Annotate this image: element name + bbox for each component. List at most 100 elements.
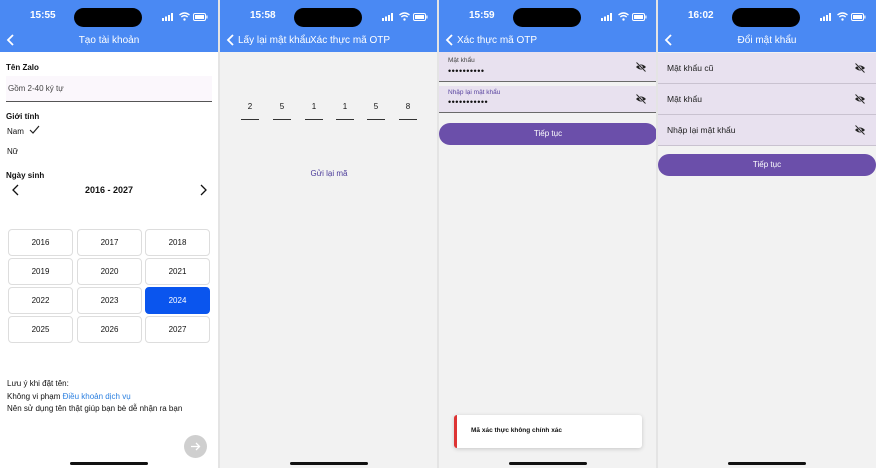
screen-otp: 15:58 Lấy lại mật khẩu Xác thực mã OTP 2… [220, 0, 438, 468]
status-icons [382, 11, 428, 23]
status-bar: 15:59 [439, 8, 657, 27]
gender-label: Giới tính [6, 112, 40, 121]
battery-icon [632, 13, 647, 21]
arrow-right-icon [191, 442, 201, 451]
note-line-2: Nên sử dụng tên thật giúp bạn bè dễ nhận… [7, 404, 183, 413]
status-icons [162, 11, 208, 23]
name-label: Tên Zalo [6, 63, 39, 72]
year-cell-2020[interactable]: 2020 [77, 258, 142, 285]
confirm-password-label: Nhập lại mật khẩu [448, 89, 501, 96]
home-indicator [509, 462, 587, 465]
otp-digit[interactable]: 5 [367, 102, 385, 111]
otp-underline [367, 119, 385, 120]
year-cell-2021[interactable]: 2021 [145, 258, 210, 285]
note-prefix: Không vi phạm [7, 392, 61, 401]
otp-underline [336, 119, 354, 120]
eye-off-icon[interactable] [635, 94, 647, 104]
page-title: Tạo tài khoản [78, 35, 140, 46]
note-title: Lưu ý khi đặt tên: [7, 379, 69, 388]
name-input[interactable]: Gồm 2-40 ký tự [6, 76, 212, 102]
year-cell-2024-selected[interactable]: 2024 [145, 287, 210, 314]
status-bar: 15:55 [0, 8, 218, 27]
eye-off-icon[interactable] [854, 94, 866, 104]
dynamic-island [732, 8, 800, 27]
app-header: 15:58 Lấy lại mật khẩu Xác thực mã OTP [220, 0, 438, 52]
note-line-1: Không vi phạm Điều khoản dịch vụ [7, 392, 131, 401]
back-arrow-icon[interactable] [444, 33, 456, 47]
password-label: Mật khẩu [448, 57, 475, 64]
status-bar: 15:58 [220, 8, 438, 27]
resend-code-button[interactable]: Gửi lại mã [220, 169, 438, 178]
year-cell-2025[interactable]: 2025 [8, 316, 73, 343]
home-indicator [70, 462, 148, 465]
home-indicator [728, 462, 806, 465]
back-arrow-icon[interactable] [225, 33, 237, 47]
battery-icon [193, 13, 208, 21]
eye-off-icon[interactable] [854, 125, 866, 135]
confirm-password-field[interactable]: Nhập lại mật khẩu [658, 115, 876, 146]
error-message: Mã xác thực không chính xác [471, 427, 563, 434]
old-password-label: Mật khẩu cũ [667, 63, 714, 73]
status-icons [601, 11, 647, 23]
name-placeholder: Gồm 2-40 ký tự [8, 84, 64, 93]
otp-digit[interactable]: 5 [273, 102, 291, 111]
home-indicator [290, 462, 368, 465]
eye-off-icon[interactable] [635, 62, 647, 72]
eye-off-icon[interactable] [854, 63, 866, 73]
page-title: Đổi mật khẩu [737, 35, 797, 46]
year-cell-2019[interactable]: 2019 [8, 258, 73, 285]
signal-icon [162, 13, 173, 21]
gender-option-female[interactable]: Nữ [7, 147, 18, 156]
otp-underline [305, 119, 323, 120]
year-cell-2022[interactable]: 2022 [8, 287, 73, 314]
year-cell-2027[interactable]: 2027 [145, 316, 210, 343]
next-range-icon[interactable] [198, 184, 208, 196]
status-bar: 16:02 [658, 8, 876, 27]
otp-digit[interactable]: 1 [336, 102, 354, 111]
app-header: 15:55 Tạo tài khoản [0, 0, 218, 52]
gender-option-male[interactable]: Nam [7, 127, 24, 136]
year-cell-2026[interactable]: 2026 [77, 316, 142, 343]
old-password-field[interactable]: Mật khẩu cũ [658, 53, 876, 84]
wifi-icon [179, 12, 190, 21]
new-password-label: Mật khẩu [667, 94, 702, 104]
screen-reset-password: 15:59 Xác thực mã OTP Mật khẩu •••••••••… [439, 0, 657, 468]
otp-underline [399, 119, 417, 120]
confirm-password-value: ••••••••••• [448, 97, 489, 107]
new-password-field[interactable]: Mật khẩu [658, 84, 876, 115]
dynamic-island [294, 8, 362, 27]
dynamic-island [513, 8, 581, 27]
error-toast: Mã xác thực không chính xác [454, 415, 642, 448]
otp-digit[interactable]: 2 [241, 102, 259, 111]
wifi-icon [837, 12, 848, 21]
year-cell-2016[interactable]: 2016 [8, 229, 73, 256]
otp-underline [241, 119, 259, 120]
password-field[interactable]: Mật khẩu •••••••••• [439, 52, 657, 82]
continue-button[interactable]: Tiếp tục [439, 123, 657, 145]
wifi-icon [399, 12, 410, 21]
otp-digit[interactable]: 1 [305, 102, 323, 111]
year-cell-2023[interactable]: 2023 [77, 287, 142, 314]
continue-button[interactable]: Tiếp tục [658, 154, 876, 176]
signal-icon [601, 13, 612, 21]
otp-underline [273, 119, 291, 120]
back-label[interactable]: Lấy lại mật khẩu [238, 35, 311, 46]
otp-digit[interactable]: 8 [399, 102, 417, 111]
status-time: 15:58 [250, 10, 276, 21]
checkmark-icon [29, 125, 40, 134]
password-value: •••••••••• [448, 66, 485, 76]
year-cell-2017[interactable]: 2017 [77, 229, 142, 256]
signal-icon [382, 13, 393, 21]
battery-icon [851, 13, 866, 21]
year-range: 2016 - 2027 [84, 185, 134, 195]
signal-icon [820, 13, 831, 21]
page-title: Xác thực mã OTP [310, 35, 391, 46]
back-label[interactable]: Xác thực mã OTP [457, 35, 537, 46]
app-header: 16:02 Đổi mật khẩu [658, 0, 876, 52]
next-button[interactable] [184, 435, 207, 458]
status-time: 15:55 [30, 10, 56, 21]
year-cell-2018[interactable]: 2018 [145, 229, 210, 256]
confirm-password-field[interactable]: Nhập lại mật khẩu ••••••••••• [439, 86, 657, 113]
terms-link[interactable]: Điều khoản dịch vụ [63, 392, 131, 401]
confirm-password-label: Nhập lại mật khẩu [667, 125, 736, 135]
